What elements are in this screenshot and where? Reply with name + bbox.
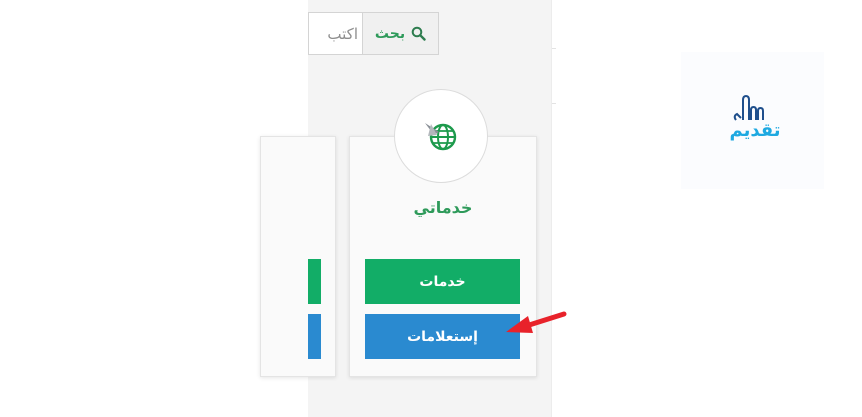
services-button[interactable]: خدمات [365,259,520,304]
panel-divider-tick [552,103,556,104]
panel-divider [551,0,552,417]
inquiries-button-partial[interactable] [308,314,321,359]
search-button[interactable]: بحث [362,13,438,54]
globe-icon [425,123,457,151]
logo-text: تقديم [729,120,781,141]
pointing-hand-icon [733,94,764,121]
panel-divider-tick [552,48,556,49]
service-card-partial [260,136,336,377]
search-bar: اكتب بحث [308,12,439,55]
arrow-icon [506,311,567,333]
search-icon [411,26,426,41]
search-input[interactable]: اكتب [309,13,362,54]
card-title: خدماتي [413,198,473,217]
inquiries-button[interactable]: إستعلامات [365,314,520,359]
card-emblem [394,89,488,183]
search-button-label: بحث [374,25,406,42]
services-button-partial[interactable] [308,259,321,304]
logo: تقديم [681,52,824,189]
